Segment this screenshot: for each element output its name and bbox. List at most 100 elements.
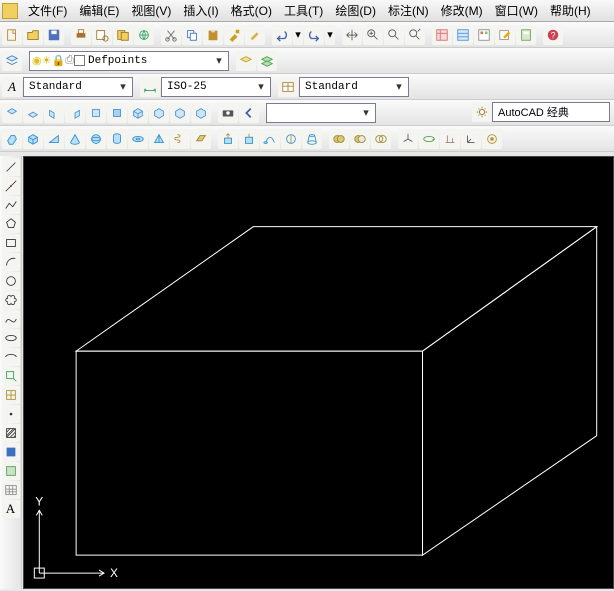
layer-prev-button[interactable] (236, 51, 256, 71)
redo-button[interactable] (304, 25, 324, 45)
intersect-button[interactable] (371, 129, 391, 149)
markup-button[interactable] (495, 25, 515, 45)
matchprop-button[interactable] (224, 25, 244, 45)
3dmove-button[interactable] (398, 129, 418, 149)
textstyle-combo[interactable]: Standard ▾ (23, 77, 133, 97)
box-button[interactable] (23, 129, 43, 149)
menu-draw[interactable]: 绘图(D) (329, 0, 382, 21)
brush-button[interactable] (245, 25, 265, 45)
union-button[interactable] (329, 129, 349, 149)
sheetset-button[interactable] (453, 25, 473, 45)
properties-button[interactable] (432, 25, 452, 45)
revolve-button[interactable] (281, 129, 301, 149)
point-button[interactable] (2, 405, 20, 423)
copy-button[interactable] (182, 25, 202, 45)
zoom-rt-button[interactable] (363, 25, 383, 45)
torus-button[interactable] (128, 129, 148, 149)
view-nw-button[interactable] (191, 103, 211, 123)
cone-button[interactable] (65, 129, 85, 149)
pline-button[interactable] (2, 196, 20, 214)
undo-button[interactable] (272, 25, 292, 45)
layer-combo[interactable]: ◉ ☀ 🔒 ⎙ Defpoints ▾ (29, 51, 229, 71)
paste-button[interactable] (203, 25, 223, 45)
publish-button[interactable] (113, 25, 133, 45)
view-sw-button[interactable] (128, 103, 148, 123)
menu-edit[interactable]: 编辑(E) (73, 0, 125, 21)
camera-button[interactable] (218, 103, 238, 123)
layermgr-button[interactable] (2, 51, 22, 71)
redo-dropdown[interactable]: ▾ (325, 25, 335, 45)
menu-format[interactable]: 格式(O) (225, 0, 278, 21)
print-button[interactable] (71, 25, 91, 45)
named-views-combo[interactable]: ▾ (266, 103, 376, 123)
view-ne-button[interactable] (170, 103, 190, 123)
open-button[interactable] (23, 25, 43, 45)
view-front-button[interactable] (86, 103, 106, 123)
sweep-button[interactable] (260, 129, 280, 149)
calc-button[interactable] (516, 25, 536, 45)
menu-annot[interactable]: 标注(N) (382, 0, 435, 21)
setup-button[interactable] (482, 129, 502, 149)
hatch-button[interactable] (2, 424, 20, 442)
cylinder-button[interactable] (107, 129, 127, 149)
view-left-button[interactable] (44, 103, 64, 123)
tablestyle-combo[interactable]: Standard ▾ (299, 77, 409, 97)
zoom-prev-button[interactable] (405, 25, 425, 45)
table-button[interactable] (2, 481, 20, 499)
ellipse-button[interactable] (2, 329, 20, 347)
spline-button[interactable] (2, 310, 20, 328)
view-se-button[interactable] (149, 103, 169, 123)
menu-tools[interactable]: 工具(T) (278, 0, 329, 21)
undo-dropdown[interactable]: ▾ (293, 25, 303, 45)
menu-view[interactable]: 视图(V) (125, 0, 177, 21)
circle-button[interactable] (2, 272, 20, 290)
zoom-window-button[interactable] (384, 25, 404, 45)
gradient-button[interactable] (2, 443, 20, 461)
mtext-button[interactable]: A (2, 500, 20, 518)
menu-window[interactable]: 窗口(W) (489, 0, 544, 21)
layer-states-button[interactable] (257, 51, 277, 71)
textstyle-icon-button[interactable]: A (2, 77, 22, 97)
polygon-button[interactable] (2, 215, 20, 233)
plot-preview-button[interactable] (92, 25, 112, 45)
tablestyle-icon-button[interactable] (278, 77, 298, 97)
workspace-combo[interactable]: AutoCAD 经典 (492, 102, 610, 122)
wedge-button[interactable] (44, 129, 64, 149)
helix-button[interactable] (170, 129, 190, 149)
presspull-button[interactable] (239, 129, 259, 149)
planarsurf-button[interactable] (191, 129, 211, 149)
view-back-button[interactable] (107, 103, 127, 123)
revcloud-button[interactable] (2, 291, 20, 309)
insert-block-button[interactable] (2, 367, 20, 385)
loft-button[interactable] (302, 129, 322, 149)
rect-button[interactable] (2, 234, 20, 252)
view-top-button[interactable] (2, 103, 22, 123)
dimstyle-icon-button[interactable] (140, 77, 160, 97)
line-button[interactable] (2, 158, 20, 176)
pyramid-button[interactable] (149, 129, 169, 149)
view-right-button[interactable] (65, 103, 85, 123)
menu-insert[interactable]: 插入(I) (177, 0, 224, 21)
cut-button[interactable] (161, 25, 181, 45)
3drotate-button[interactable] (419, 129, 439, 149)
menu-help[interactable]: 帮助(H) (544, 0, 597, 21)
ellipsearc-button[interactable] (2, 348, 20, 366)
workspace-gear-button[interactable] (472, 102, 492, 122)
arc-button[interactable] (2, 253, 20, 271)
extrude-button[interactable] (218, 129, 238, 149)
dimstyle-combo[interactable]: ISO-25 ▾ (161, 77, 271, 97)
subtract-button[interactable] (350, 129, 370, 149)
pan-button[interactable] (342, 25, 362, 45)
menu-file[interactable]: 文件(F) (22, 0, 73, 21)
save-button[interactable] (44, 25, 64, 45)
ucs-button[interactable] (461, 129, 481, 149)
prev-view-button[interactable] (239, 103, 259, 123)
polysolid-button[interactable] (2, 129, 22, 149)
xline-button[interactable] (2, 177, 20, 195)
3dalign-button[interactable] (440, 129, 460, 149)
sphere-button[interactable] (86, 129, 106, 149)
3ddwf-button[interactable] (134, 25, 154, 45)
region-button[interactable] (2, 462, 20, 480)
make-block-button[interactable] (2, 386, 20, 404)
help-button[interactable]: ? (543, 25, 563, 45)
